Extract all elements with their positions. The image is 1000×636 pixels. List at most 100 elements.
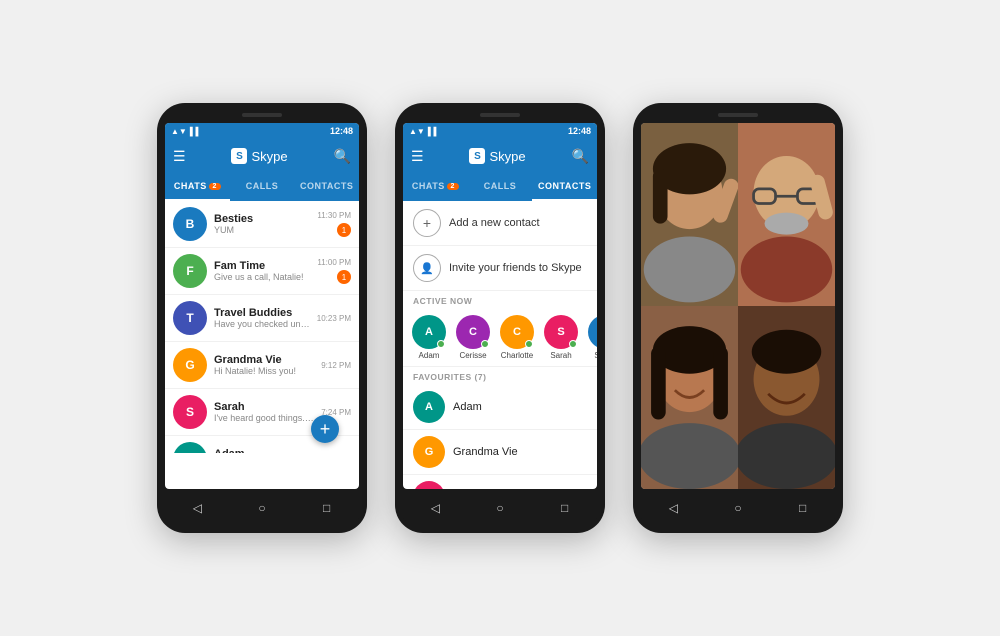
phone-screen-contacts: ▲▼ ▌▌ 12:48 ☰ S Skype 🔍 CHATS 2 (403, 123, 597, 489)
app-title-2: Skype (489, 149, 525, 164)
avatar-grandma: G (173, 348, 207, 382)
app-title-1: Skype (251, 149, 287, 164)
phone-speaker-2 (480, 113, 520, 117)
unread-badge-besties: 1 (337, 223, 351, 237)
signal-icon-2: ▌▌ (428, 127, 439, 136)
chat-item-besties[interactable]: B Besties YUM 11:30 PM 1 (165, 201, 359, 248)
fab-button[interactable]: + (311, 415, 339, 443)
active-sarah[interactable]: S Sarah (543, 315, 579, 360)
tabs-2: CHATS 2 CALLS CONTACTS (403, 173, 597, 201)
active-seren[interactable]: S Seren (587, 315, 597, 360)
fav-adam[interactable]: A Adam (403, 385, 597, 430)
chat-meta-famtime: 11:00 PM 1 (317, 258, 351, 284)
online-dot-charlotte (525, 340, 533, 348)
tab-contacts-2[interactable]: CONTACTS (532, 173, 597, 201)
recent-btn-3[interactable]: □ (793, 501, 813, 515)
favourites-label: FAVOURITES (7) (403, 367, 597, 385)
recent-btn-1[interactable]: □ (317, 501, 337, 515)
scene: ▲▼ ▌▌ 12:48 ☰ S Skype 🔍 CHATS 2 (137, 83, 863, 553)
online-dot-adam (437, 340, 445, 348)
back-btn-2[interactable]: ◁ (425, 501, 445, 515)
logo-area-1: S Skype (192, 148, 328, 164)
invite-icon: 👤 (413, 254, 441, 282)
phone-chats: ▲▼ ▌▌ 12:48 ☰ S Skype 🔍 CHATS 2 (157, 103, 367, 533)
avatar-travel: T (173, 301, 207, 335)
chat-item-famtime[interactable]: F Fam Time Give us a call, Natalie! 11:0… (165, 248, 359, 295)
home-btn-1[interactable]: ○ (252, 501, 272, 515)
chats-badge-1: 2 (209, 183, 221, 190)
tab-contacts-1[interactable]: CONTACTS (294, 173, 359, 201)
chat-content-adam: Adam I'm almost done (214, 448, 314, 453)
video-quad-man-waving (738, 123, 835, 306)
skype-logo-1: S (231, 148, 247, 164)
active-now-label: ACTIVE NOW (403, 291, 597, 309)
active-charlotte[interactable]: C Charlotte (499, 315, 535, 360)
phone-nav-3: ◁ ○ □ (641, 495, 835, 521)
phone-speaker-3 (718, 113, 758, 117)
phone-contacts: ▲▼ ▌▌ 12:48 ☰ S Skype 🔍 CHATS 2 (395, 103, 605, 533)
invite-label: Invite your friends to Skype (449, 262, 582, 274)
active-avatar-adam: A (412, 315, 446, 349)
avatar-famtime: F (173, 254, 207, 288)
status-bar-2: ▲▼ ▌▌ 12:48 (403, 123, 597, 139)
recent-btn-2[interactable]: □ (555, 501, 575, 515)
chat-meta-besties: 11:30 PM 1 (317, 211, 351, 237)
invite-friends-action[interactable]: 👤 Invite your friends to Skype (403, 246, 597, 291)
home-btn-3[interactable]: ○ (728, 501, 748, 515)
tabs-1: CHATS 2 CALLS CONTACTS (165, 173, 359, 201)
chat-item-grandma[interactable]: G Grandma Vie Hi Natalie! Miss you! 9:12… (165, 342, 359, 389)
chat-meta-travel: 10:23 PM (317, 314, 351, 323)
fav-sarah[interactable]: S Sarah (403, 475, 597, 489)
tab-chats-1[interactable]: CHATS 2 (165, 173, 230, 201)
wifi-icon: ▲▼ (171, 127, 187, 136)
chat-content-besties: Besties YUM (214, 213, 310, 235)
tab-calls-1[interactable]: CALLS (230, 173, 295, 201)
phone-screen-video (641, 123, 835, 489)
active-adam[interactable]: A Adam (411, 315, 447, 360)
app-bar-1: ☰ S Skype 🔍 (165, 139, 359, 173)
chat-item-travel[interactable]: T Travel Buddies Have you checked under … (165, 295, 359, 342)
active-avatar-cerisse: C (456, 315, 490, 349)
fav-avatar-grandma: G (413, 436, 445, 468)
search-icon-2[interactable]: 🔍 (572, 148, 589, 165)
active-avatar-seren: S (588, 315, 597, 349)
home-btn-2[interactable]: ○ (490, 501, 510, 515)
video-quad-woman-smiling (641, 306, 738, 489)
menu-icon-2[interactable]: ☰ (411, 148, 424, 165)
time-display-1: 12:48 (330, 126, 353, 136)
phone-nav-1: ◁ ○ □ (165, 495, 359, 521)
logo-area-2: S Skype (430, 148, 566, 164)
avatar-besties: B (173, 207, 207, 241)
active-now-row: A Adam C Cerisse C (403, 309, 597, 367)
active-avatar-charlotte: C (500, 315, 534, 349)
time-display-2: 12:48 (568, 126, 591, 136)
phone-video: ◁ ○ □ (633, 103, 843, 533)
chat-content-travel: Travel Buddies Have you checked under th… (214, 307, 310, 329)
tab-calls-2[interactable]: CALLS (468, 173, 533, 201)
signal-icon: ▌▌ (190, 127, 201, 136)
menu-icon-1[interactable]: ☰ (173, 148, 186, 165)
online-dot-cerisse (481, 340, 489, 348)
active-cerisse[interactable]: C Cerisse (455, 315, 491, 360)
add-contact-action[interactable]: + Add a new contact (403, 201, 597, 246)
phone-nav-2: ◁ ○ □ (403, 495, 597, 521)
active-avatar-sarah: S (544, 315, 578, 349)
contacts-list: + Add a new contact 👤 Invite your friend… (403, 201, 597, 489)
chat-content-famtime: Fam Time Give us a call, Natalie! (214, 260, 310, 282)
chats-badge-2: 2 (447, 183, 459, 190)
app-bar-2: ☰ S Skype 🔍 (403, 139, 597, 173)
fav-grandma[interactable]: G Grandma Vie (403, 430, 597, 475)
video-quad-man-smiling (738, 306, 835, 489)
chat-content-sarah: Sarah I've heard good things. Serena sai… (214, 401, 314, 423)
search-icon-1[interactable]: 🔍 (334, 148, 351, 165)
tab-chats-2[interactable]: CHATS 2 (403, 173, 468, 201)
phone-speaker (242, 113, 282, 117)
chat-content-grandma: Grandma Vie Hi Natalie! Miss you! (214, 354, 314, 376)
unread-badge-famtime: 1 (337, 270, 351, 284)
back-btn-3[interactable]: ◁ (663, 501, 683, 515)
back-btn-1[interactable]: ◁ (187, 501, 207, 515)
online-dot-sarah (569, 340, 577, 348)
chat-meta-grandma: 9:12 PM (321, 361, 351, 370)
fav-avatar-adam: A (413, 391, 445, 423)
skype-logo-2: S (469, 148, 485, 164)
